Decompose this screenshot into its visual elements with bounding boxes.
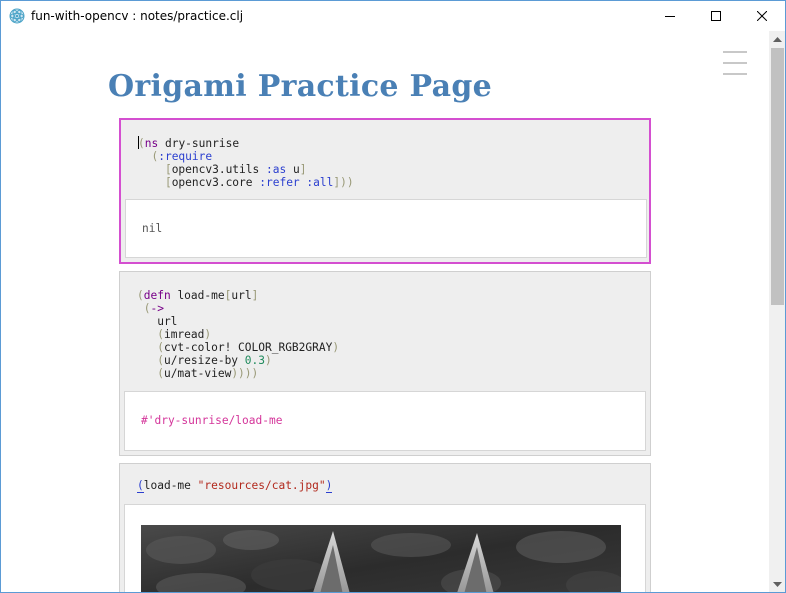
code-token: ( xyxy=(137,479,144,493)
code-line: [opencv3.utils :as u] xyxy=(138,163,354,176)
code-token: defn xyxy=(143,289,171,302)
chevron-up-icon xyxy=(773,37,782,42)
output-text: #'dry-sunrise/load-me xyxy=(141,414,283,427)
cell-output xyxy=(124,504,646,592)
code-line: (defn load-me[url] xyxy=(137,289,339,302)
scroll-down-button[interactable] xyxy=(769,576,785,592)
code-token: ( xyxy=(137,302,151,315)
code-token: :refer xyxy=(259,176,300,189)
code-token: load-me xyxy=(170,289,225,302)
code-token: )))) xyxy=(231,367,259,380)
notebook-cell-load[interactable]: (load-me "resources/cat.jpg") xyxy=(119,463,651,592)
code-token: ( xyxy=(138,150,159,163)
code-token: dry-sunrise xyxy=(158,137,240,150)
cell-output: #'dry-sunrise/load-me xyxy=(124,391,646,451)
minimize-button[interactable] xyxy=(647,1,693,31)
code-line: (:require xyxy=(138,150,354,163)
code-token: ) xyxy=(325,479,333,493)
menu-icon[interactable] xyxy=(723,51,747,75)
code-token: "resources/cat.jpg" xyxy=(197,479,326,492)
output-text: nil xyxy=(142,222,163,235)
code-line: (cvt-color! COLOR_RGB2GRAY) xyxy=(137,341,339,354)
window-title: fun-with-opencv : notes/practice.clj xyxy=(31,9,244,23)
code-token: [ xyxy=(138,176,172,189)
code-token: [ xyxy=(138,163,172,176)
maximize-button[interactable] xyxy=(693,1,739,31)
vertical-scrollbar[interactable] xyxy=(769,31,785,592)
code-token: load-me xyxy=(143,479,198,492)
code-line: (ns dry-sunrise xyxy=(138,136,354,150)
maximize-icon xyxy=(711,11,721,21)
chevron-down-icon xyxy=(773,582,782,587)
code-token: ( xyxy=(137,354,164,367)
code-token: url xyxy=(231,289,252,302)
minimize-icon xyxy=(665,16,675,17)
code-token: ] xyxy=(251,289,259,302)
code-token: ( xyxy=(138,137,145,150)
code-token: ( xyxy=(137,367,164,380)
code-token: 0.3 xyxy=(244,354,265,367)
code-line: (load-me "resources/cat.jpg") xyxy=(137,479,333,493)
code-line: (u/resize-by 0.3) xyxy=(137,354,339,367)
code-token: ( xyxy=(137,289,144,302)
notebook-cell-defn[interactable]: (defn load-me[url] (-> url (imread) (cvt… xyxy=(119,271,651,456)
code-editor[interactable]: (load-me "resources/cat.jpg") xyxy=(137,479,333,493)
app-window: fun-with-opencv : notes/practice.clj Ori… xyxy=(0,0,786,593)
code-token: :as xyxy=(265,163,287,176)
app-icon xyxy=(9,8,25,24)
code-token: ])) xyxy=(333,176,354,189)
page-viewport: Origami Practice Page (ns dry-sunrise (:… xyxy=(1,31,769,592)
code-token: :all xyxy=(306,176,334,189)
code-token: u/mat-view xyxy=(163,367,232,380)
scrollbar-thumb[interactable] xyxy=(771,48,784,305)
code-token: :require xyxy=(158,150,213,163)
scroll-up-button[interactable] xyxy=(769,31,785,48)
code-token: ) xyxy=(332,341,340,354)
code-token: ) xyxy=(204,328,212,341)
code-line: (-> xyxy=(137,302,339,315)
code-line: (u/mat-view)))) xyxy=(137,367,339,380)
code-token: u/resize-by xyxy=(163,354,245,367)
code-token: ( xyxy=(137,328,164,341)
cell-output: nil xyxy=(125,199,647,258)
code-editor[interactable]: (defn load-me[url] (-> url (imread) (cvt… xyxy=(137,289,339,380)
code-token: -> xyxy=(150,302,164,315)
code-editor[interactable]: (ns dry-sunrise (:require [opencv3.utils… xyxy=(138,136,354,189)
code-token: opencv3.core xyxy=(171,176,260,189)
code-line: (imread) xyxy=(137,328,339,341)
code-token: u xyxy=(286,163,300,176)
notebook-cell-ns[interactable]: (ns dry-sunrise (:require [opencv3.utils… xyxy=(119,118,651,264)
code-token: ) xyxy=(265,354,272,367)
code-token: url xyxy=(137,315,178,328)
close-button[interactable] xyxy=(739,1,785,31)
code-token: ( xyxy=(137,341,164,354)
code-token: ns xyxy=(144,137,159,150)
title-bar[interactable]: fun-with-opencv : notes/practice.clj xyxy=(1,1,785,31)
code-line: url xyxy=(137,315,339,328)
cat-image xyxy=(141,525,621,592)
code-token: ] xyxy=(299,163,307,176)
close-icon xyxy=(757,11,767,21)
code-line: [opencv3.core :refer :all])) xyxy=(138,176,354,189)
page-title: Origami Practice Page xyxy=(108,69,493,104)
code-token: imread xyxy=(163,328,205,341)
code-token: cvt-color! COLOR_RGB2GRAY xyxy=(163,341,333,354)
code-token: opencv3.utils xyxy=(171,163,266,176)
